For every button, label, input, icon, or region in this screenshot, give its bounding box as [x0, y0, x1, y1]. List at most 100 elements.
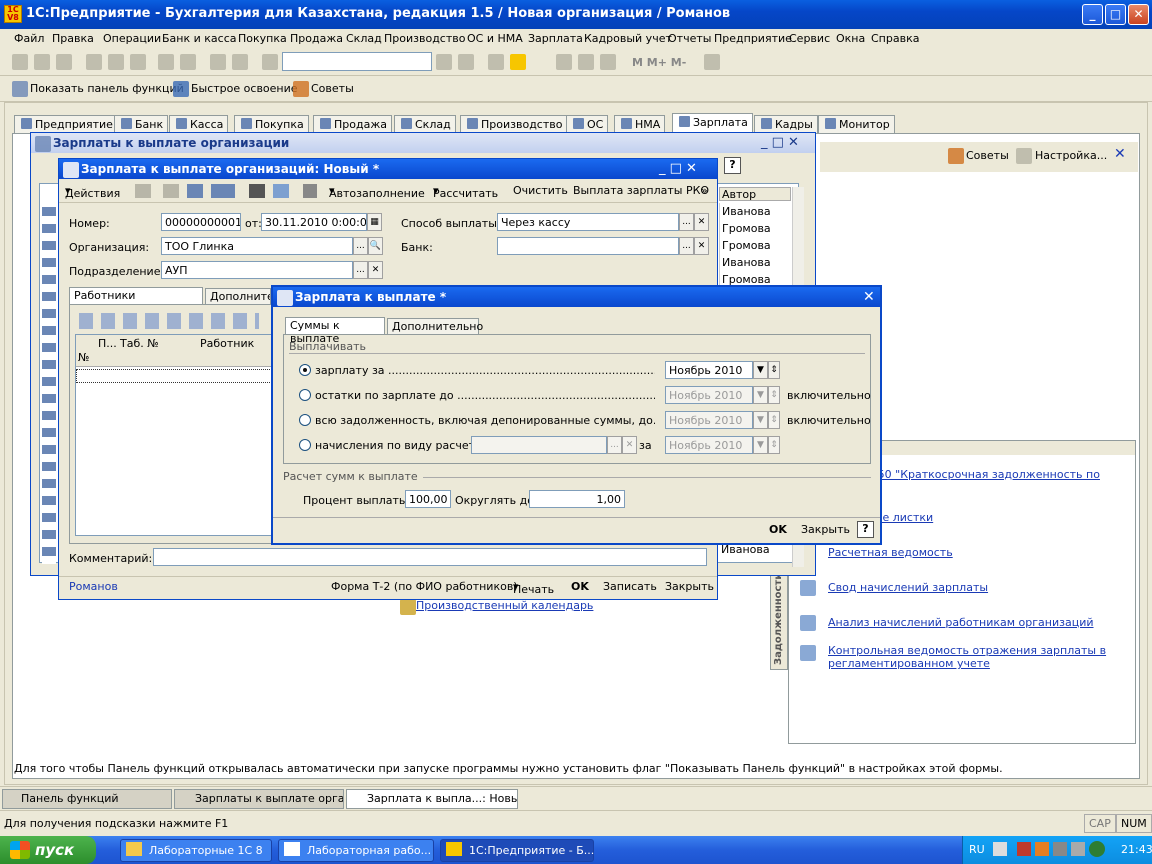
- accrual-select-button[interactable]: ...: [607, 436, 622, 454]
- task-1c[interactable]: 1С:Предприятие - Б...: [440, 839, 594, 862]
- tab-additional[interactable]: Дополнител: [205, 288, 271, 305]
- structure-icon[interactable]: [249, 184, 265, 198]
- tab-warehouse[interactable]: Склад: [394, 115, 456, 133]
- menu-production[interactable]: Производство: [384, 32, 465, 45]
- show-panel-button[interactable]: Показать панель функций: [30, 82, 184, 95]
- tab-employees[interactable]: Работники организации: [69, 287, 203, 315]
- 1c-icon[interactable]: [510, 54, 526, 70]
- clear-button[interactable]: Очистить: [513, 184, 568, 197]
- org-field[interactable]: ТОО Глинка: [161, 237, 353, 255]
- calendar-link[interactable]: Производственный календарь: [416, 599, 593, 612]
- task-folder[interactable]: Лабораторные 1С 8: [120, 839, 272, 862]
- period-dropdown-icon[interactable]: ▼: [753, 436, 768, 454]
- dept-field[interactable]: АУП: [161, 261, 353, 279]
- tab-os[interactable]: ОС: [566, 115, 609, 133]
- based-on-icon[interactable]: [211, 184, 235, 198]
- period-spin-icon[interactable]: ⇕: [768, 386, 780, 404]
- side-tab[interactable]: Задолженности: [770, 560, 788, 670]
- form-t2-button[interactable]: Форма Т-2 (по ФИО работников): [331, 580, 518, 593]
- option-debt-period[interactable]: Ноябрь 2010: [665, 411, 753, 429]
- calendar-icon[interactable]: [578, 54, 594, 70]
- calculator-icon[interactable]: [556, 54, 572, 70]
- antivirus-icon[interactable]: [1089, 841, 1105, 857]
- period-spin-icon[interactable]: ⇕: [768, 361, 780, 379]
- paste-icon[interactable]: [130, 54, 146, 70]
- print-menu[interactable]: Печать ▾: [513, 580, 554, 596]
- tray-icon[interactable]: [1017, 842, 1031, 856]
- percent-field[interactable]: 100,00: [405, 490, 451, 508]
- tab-bank[interactable]: Банк: [114, 115, 169, 133]
- pay-method-select-button[interactable]: ...: [679, 213, 694, 231]
- tab-monitor[interactable]: Монитор: [818, 115, 895, 133]
- redo-icon[interactable]: [232, 54, 248, 70]
- menu-assets[interactable]: ОС и НМА: [467, 32, 523, 45]
- payout-button[interactable]: Выплата зарплаты РКО: [573, 184, 709, 197]
- option-salary-period[interactable]: Ноябрь 2010: [665, 361, 753, 379]
- period-dropdown-icon[interactable]: ▼: [753, 411, 768, 429]
- menu-windows[interactable]: Окна: [836, 32, 865, 45]
- calendar-picker-icon[interactable]: ▦: [367, 213, 382, 231]
- pay-method-field[interactable]: Через кассу: [497, 213, 679, 231]
- menu-enterprise[interactable]: Предприятие: [714, 32, 792, 45]
- option-balance-period[interactable]: Ноябрь 2010: [665, 386, 753, 404]
- tray-icon[interactable]: [1071, 842, 1085, 856]
- maximize-button[interactable]: □: [1105, 4, 1126, 25]
- menu-file[interactable]: Файл: [14, 32, 44, 45]
- doc-window-controls[interactable]: _ □ ✕: [659, 161, 697, 176]
- menu-service[interactable]: Сервис: [789, 32, 830, 45]
- report-link-control[interactable]: Контрольная ведомость отражения зарплаты…: [828, 644, 1128, 670]
- post-icon[interactable]: [187, 184, 203, 198]
- add-row-icon[interactable]: [135, 184, 151, 198]
- new-icon[interactable]: [12, 54, 28, 70]
- option-debt-radio[interactable]: [299, 414, 311, 426]
- preview-icon[interactable]: [180, 54, 196, 70]
- date-field[interactable]: 30.11.2010 0:00:00: [261, 213, 367, 231]
- panel-settings-button[interactable]: Настройка...: [1035, 149, 1107, 162]
- wtab-dialog[interactable]: Зарплата к выпла...: Новый *: [346, 789, 518, 809]
- close-button[interactable]: ✕: [1128, 4, 1149, 25]
- journal-icon[interactable]: [303, 184, 317, 198]
- wtab-list[interactable]: Зарплаты к выплате орган...: [174, 789, 344, 809]
- round-field[interactable]: 1,00: [529, 490, 625, 508]
- option-salary-radio[interactable]: [299, 364, 311, 376]
- tab-more[interactable]: Дополнительно: [387, 318, 483, 335]
- tab-cash[interactable]: Касса: [169, 115, 229, 133]
- comment-field[interactable]: [153, 548, 707, 566]
- dialog-close-icon[interactable]: ✕: [863, 289, 875, 305]
- save-button[interactable]: Записать: [603, 580, 657, 593]
- wtab-panel[interactable]: Панель функций: [2, 789, 172, 809]
- period-dropdown-icon[interactable]: ▼: [753, 386, 768, 404]
- accrual-clear-icon[interactable]: ✕: [622, 436, 637, 454]
- menu-purchase[interactable]: Покупка: [238, 32, 287, 45]
- report-link-payroll[interactable]: Расчетная ведомость: [828, 546, 953, 559]
- copy-row-icon[interactable]: [163, 184, 179, 198]
- dialog-close-button[interactable]: Закрыть: [801, 523, 850, 536]
- tab-salary[interactable]: Зарплата: [672, 113, 753, 134]
- number-field[interactable]: 00000000001: [161, 213, 241, 231]
- open-icon[interactable]: [34, 54, 50, 70]
- memory-icons[interactable]: M M+ M-: [632, 56, 686, 69]
- dialog-ok-button[interactable]: OK: [769, 523, 787, 536]
- bank-clear-icon[interactable]: ✕: [694, 237, 709, 255]
- accrual-type-field[interactable]: [471, 436, 607, 454]
- panel-tips-button[interactable]: Советы: [966, 149, 1009, 162]
- find-next-icon[interactable]: [458, 54, 474, 70]
- ok-button[interactable]: OK: [571, 580, 589, 593]
- period-dropdown-icon[interactable]: ▼: [753, 361, 768, 379]
- undo-icon[interactable]: [210, 54, 226, 70]
- menu-help[interactable]: Справка: [871, 32, 919, 45]
- tab-enterprise[interactable]: Предприятие: [14, 115, 118, 133]
- find-prev-icon[interactable]: [436, 54, 452, 70]
- tab-sales[interactable]: Продажа: [313, 115, 392, 133]
- tools-icon[interactable]: [704, 54, 720, 70]
- option-accrual-radio[interactable]: [299, 439, 311, 451]
- calculate-menu[interactable]: Рассчитать ▾: [433, 184, 498, 200]
- grid-current-row[interactable]: [76, 369, 274, 383]
- dept-clear-icon[interactable]: ✕: [368, 261, 383, 279]
- language-indicator[interactable]: RU: [969, 843, 985, 856]
- menu-hr[interactable]: Кадровый учет: [584, 32, 672, 45]
- tips-button[interactable]: Советы: [311, 82, 354, 95]
- copy-icon[interactable]: [108, 54, 124, 70]
- more-icon[interactable]: »: [701, 184, 708, 197]
- report-link-analysis[interactable]: Анализ начислений работникам организаций: [828, 616, 1094, 629]
